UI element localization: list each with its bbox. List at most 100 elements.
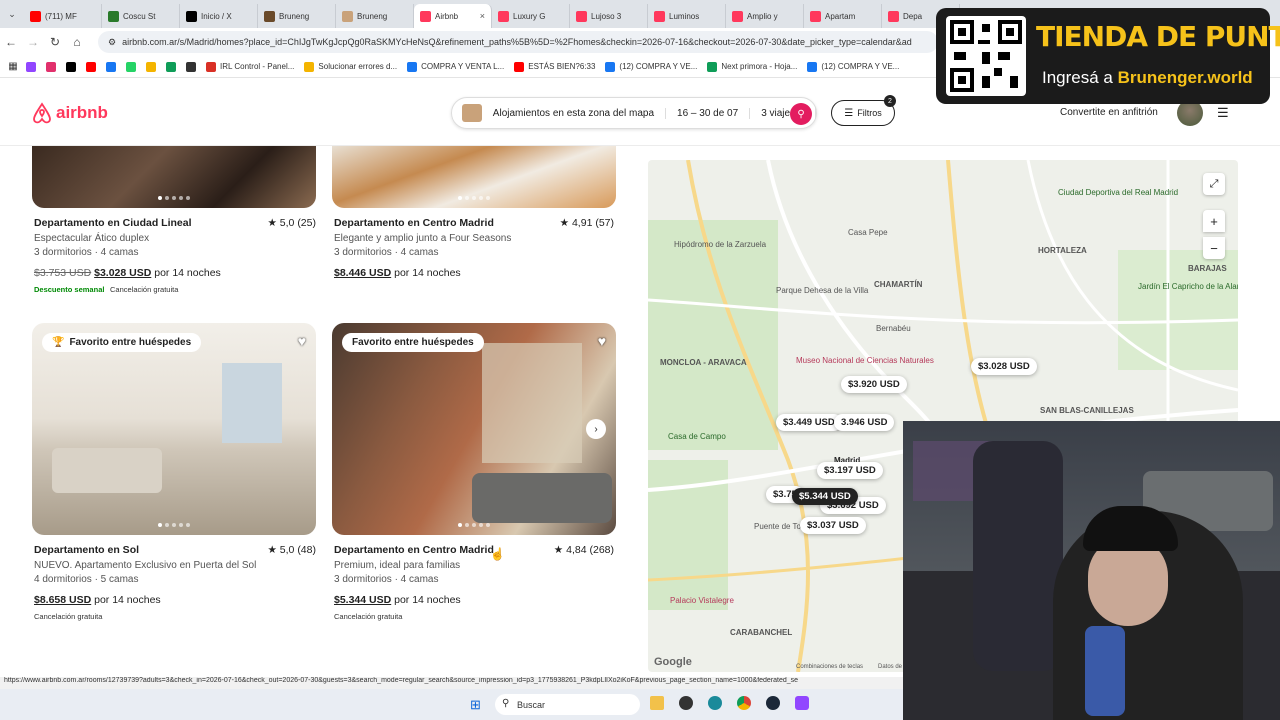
bookmark-item[interactable]: (12) COMPRA Y VE...	[605, 61, 697, 72]
browser-tab[interactable]: Coscu St	[102, 4, 180, 28]
bookmark-item[interactable]	[46, 61, 56, 72]
heart-icon[interactable]: ♥	[298, 333, 306, 349]
bookmark-item[interactable]: Next primora - Hoja...	[707, 61, 798, 72]
bookmark-label: Next primora - Hoja...	[721, 62, 798, 71]
current-price[interactable]: $8.446 USD	[334, 267, 391, 279]
browser-tab[interactable]: Bruneng	[258, 4, 336, 28]
next-photo-button[interactable]: ›	[586, 419, 606, 439]
app-icon[interactable]	[795, 696, 809, 710]
tab-label: Bruneng	[357, 11, 388, 21]
qr-module	[998, 52, 1010, 60]
price-pin[interactable]: $3.197 USD	[817, 462, 883, 479]
bookmark-item[interactable]: COMPRA Y VENTA L...	[407, 61, 504, 72]
bookmark-item[interactable]	[166, 61, 176, 72]
qr-module	[982, 52, 990, 64]
bookmark-item[interactable]	[66, 61, 76, 72]
bookmark-item[interactable]	[86, 61, 96, 72]
chrome-icon[interactable]	[737, 696, 751, 710]
listing-photo[interactable]	[332, 146, 616, 208]
bookmark-item[interactable]	[106, 61, 116, 72]
listing-card[interactable]: Departamento en Centro Madrid ★ 4,91 (57…	[332, 146, 616, 306]
heart-icon[interactable]: ♥	[598, 333, 606, 349]
qr-code-image	[950, 20, 1022, 92]
current-price[interactable]: $3.028 USD	[94, 267, 151, 279]
bookmark-item[interactable]	[146, 61, 156, 72]
bookmark-item[interactable]: (12) COMPRA Y VE...	[807, 61, 899, 72]
bookmark-item[interactable]: ESTÁS BIEN?6:33	[514, 61, 595, 72]
browser-tab[interactable]: Lujoso 3	[570, 4, 648, 28]
browser-tab[interactable]: Inicio / X	[180, 4, 258, 28]
bookmark-favicon-icon	[46, 61, 56, 72]
bookmark-item[interactable]	[126, 61, 136, 72]
bookmark-item[interactable]	[186, 61, 196, 72]
old-price: $3.753 USD	[34, 267, 92, 279]
bookmark-favicon-icon	[86, 61, 96, 72]
airbnb-logo[interactable]: airbnb	[32, 102, 108, 124]
cancellation-tag: Cancelación gratuita	[34, 612, 103, 621]
search-dates[interactable]: 16 – 30 de 07	[666, 107, 751, 119]
price-suffix: por 14 noches	[391, 267, 461, 279]
bookmark-item[interactable]	[26, 61, 36, 72]
tab-list-chevron-icon[interactable]: ⌄	[0, 9, 24, 20]
browser-tab[interactable]: Bruneng	[336, 4, 414, 28]
browser-tab[interactable]: Apartam	[804, 4, 882, 28]
bookmark-item[interactable]: IRL Control - Panel...	[206, 61, 295, 72]
listing-photo[interactable]: Favorito entre huéspedes ♥ ›	[332, 323, 616, 535]
price-pin[interactable]: $3.028 USD	[971, 358, 1037, 375]
browser-tab[interactable]: Luxury G	[492, 4, 570, 28]
browser-tab[interactable]: Amplio y	[726, 4, 804, 28]
menu-icon[interactable]: ☰	[1217, 105, 1229, 121]
price-pin[interactable]: 3.946 USD	[834, 414, 895, 431]
price-pin[interactable]: $3.037 USD	[800, 517, 866, 534]
tab-label: Amplio y	[747, 11, 778, 21]
listing-card[interactable]: 🏆 Favorito entre huéspedes ♥ Departamento…	[32, 323, 316, 628]
taskbar-search-label: Buscar	[517, 699, 546, 710]
map-label[interactable]: Combinaciones de teclas	[796, 664, 863, 670]
url-field[interactable]: ⚙ airbnb.com.ar/s/Madrid/homes?place_id=…	[98, 31, 938, 53]
reload-icon[interactable]: ↻	[44, 35, 66, 49]
search-location[interactable]: Alojamientos en esta zona del mapa	[482, 107, 667, 119]
back-icon[interactable]: ←	[0, 35, 22, 49]
zoom-in-button[interactable]: +	[1203, 210, 1225, 232]
file-explorer-icon[interactable]	[650, 696, 664, 710]
bookmark-label: Solucionar errores d...	[318, 62, 398, 71]
browser-tab[interactable]: Airbnb ×	[414, 4, 492, 28]
taskbar-search[interactable]: ⚲ Buscar	[495, 694, 640, 715]
bookmark-label: IRL Control - Panel...	[220, 62, 295, 71]
listing-photo[interactable]	[32, 146, 316, 208]
zoom-out-button[interactable]: −	[1203, 237, 1225, 259]
site-info-icon[interactable]: ⚙	[108, 37, 116, 48]
steam-icon[interactable]	[766, 696, 780, 710]
edge-icon[interactable]	[708, 696, 722, 710]
bookmark-favicon-icon	[106, 61, 116, 72]
forward-icon[interactable]: →	[22, 35, 44, 49]
price-pin[interactable]: $3.449 USD	[776, 414, 842, 431]
qr-code	[946, 16, 1026, 96]
windows-start-icon[interactable]: ⊞	[470, 697, 481, 713]
tab-favicon-icon	[186, 10, 197, 22]
map-label: Parque Dehesa de la Villa	[776, 286, 869, 295]
map-expand-button[interactable]: ⤢	[1203, 173, 1225, 195]
current-price[interactable]: $8.658 USD	[34, 594, 91, 606]
close-tab-icon[interactable]: ×	[480, 11, 485, 21]
listing-details: 3 dormitorios · 4 camas	[334, 247, 439, 258]
filters-button[interactable]: ☰ Filtros 2	[831, 95, 896, 126]
become-host-link[interactable]: Convertite en anfitrión	[1060, 107, 1158, 118]
app-icon[interactable]	[679, 696, 693, 710]
bookmark-item[interactable]: Solucionar errores d...	[304, 61, 398, 72]
map-label[interactable]: Datos de	[878, 664, 902, 670]
search-bar[interactable]: Alojamientos en esta zona del mapa 16 – …	[451, 97, 817, 129]
home-icon[interactable]: ⌂	[66, 35, 88, 49]
listing-photo[interactable]: 🏆 Favorito entre huéspedes ♥	[32, 323, 316, 535]
browser-tab[interactable]: (711) MF	[24, 4, 102, 28]
search-button[interactable]: ⚲	[790, 103, 812, 125]
listing-title: Departamento en Centro Madrid	[334, 544, 494, 556]
price-pin[interactable]: $3.920 USD	[841, 376, 907, 393]
listing-card[interactable]: Favorito entre huéspedes ♥ › Departament…	[332, 323, 616, 628]
listing-card[interactable]: Departamento en Ciudad Lineal ★ 5,0 (25)…	[32, 146, 316, 306]
browser-tab[interactable]: Luminos	[648, 4, 726, 28]
apps-grid-icon[interactable]: ▦	[0, 61, 26, 72]
current-price[interactable]: $5.344 USD	[334, 594, 391, 606]
tab-favicon-icon	[810, 10, 821, 22]
price-pin-selected[interactable]: $5.344 USD	[792, 488, 858, 505]
